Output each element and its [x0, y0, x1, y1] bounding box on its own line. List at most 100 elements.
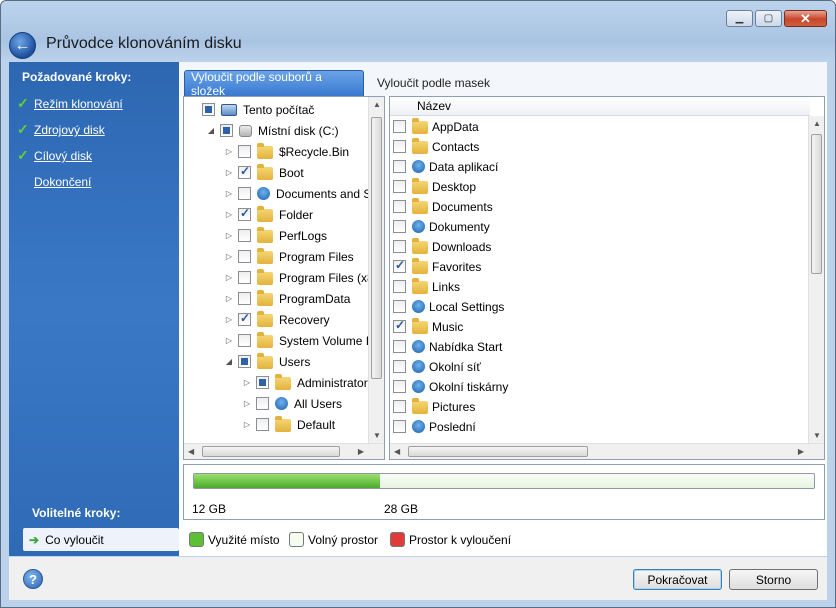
collapsed-triangle-icon[interactable]: ▷	[242, 378, 252, 387]
minimize-icon[interactable]: ▁	[726, 10, 753, 27]
list-item-checkbox[interactable]	[393, 340, 406, 353]
list-vertical-scrollbar[interactable]: ▲ ▼	[808, 116, 824, 443]
scroll-right-icon[interactable]: ▶	[798, 447, 804, 456]
scroll-right-icon[interactable]: ▶	[358, 447, 364, 456]
close-icon[interactable]: ✕	[784, 10, 827, 27]
continue-button[interactable]: Pokračovat	[633, 569, 722, 590]
tree-node[interactable]: ◢ Users	[224, 351, 310, 372]
scroll-up-icon[interactable]: ▲	[373, 100, 381, 109]
tree-checkbox[interactable]	[202, 103, 215, 116]
list-item-checkbox[interactable]	[393, 400, 406, 413]
scroll-down-icon[interactable]: ▼	[813, 431, 821, 440]
step-finish[interactable]: Dokončení	[34, 175, 91, 189]
tree-node[interactable]: ◢ Místní disk (C:)	[206, 120, 339, 141]
tree-node[interactable]: ▷ Program Files (x86)	[224, 267, 384, 288]
list-item-checkbox[interactable]	[393, 360, 406, 373]
list-item-checkbox[interactable]	[393, 420, 406, 433]
list-item-checkbox[interactable]	[393, 300, 406, 313]
list-item-checkbox[interactable]	[393, 140, 406, 153]
collapsed-triangle-icon[interactable]: ▷	[224, 273, 234, 282]
scroll-down-icon[interactable]: ▼	[373, 431, 381, 440]
tree-checkbox[interactable]	[238, 311, 251, 326]
tree-node[interactable]: ▷ Folder	[224, 204, 313, 225]
list-item[interactable]: Dokumenty	[393, 216, 490, 237]
collapsed-triangle-icon[interactable]: ▷	[224, 315, 234, 324]
tree-checkbox[interactable]	[238, 164, 251, 179]
tree-node[interactable]: ▷ Administrator	[242, 372, 368, 393]
tree-checkbox[interactable]	[256, 376, 269, 389]
tree-checkbox[interactable]	[238, 206, 251, 221]
tree-node[interactable]: ▷Documents and Settings	[224, 183, 384, 204]
tree-checkbox[interactable]	[256, 418, 269, 431]
list-item[interactable]: Local Settings	[393, 296, 504, 317]
maximize-icon[interactable]: ▢	[755, 10, 782, 27]
back-arrow-icon[interactable]: ←	[9, 32, 36, 59]
tab-exclude-by-files[interactable]: Vyloučit podle souborů a složek	[184, 70, 364, 98]
tab-exclude-by-masks[interactable]: Vyloučit podle masek	[371, 70, 496, 96]
tree-node[interactable]: ▷ Default	[242, 414, 335, 435]
tree-node[interactable]: ▷ ProgramData	[224, 288, 350, 309]
list-item[interactable]: Okolní síť	[393, 356, 481, 377]
scroll-left-icon[interactable]: ◀	[188, 447, 194, 456]
list-item[interactable]: Contacts	[393, 136, 479, 157]
tree-checkbox[interactable]	[220, 124, 233, 137]
list-item[interactable]: AppData	[393, 116, 479, 137]
tree-node[interactable]: ▷ Boot	[224, 162, 304, 183]
collapsed-triangle-icon[interactable]: ▷	[224, 336, 234, 345]
list-item[interactable]: Downloads	[393, 236, 491, 257]
collapsed-triangle-icon[interactable]: ▷	[242, 420, 252, 429]
step-what-to-exclude[interactable]: ➔ Co vyloučit	[23, 528, 179, 551]
tree-node[interactable]: ▷ PerfLogs	[224, 225, 327, 246]
tree-node[interactable]: ▷ $Recycle.Bin	[224, 141, 349, 162]
list-item[interactable]: Documents	[393, 196, 493, 217]
tree-node[interactable]: ▷ All Users	[242, 393, 342, 414]
scroll-up-icon[interactable]: ▲	[813, 119, 821, 128]
tree-node[interactable]: ▷System Volume Information	[224, 330, 384, 351]
list-item-checkbox[interactable]	[393, 180, 406, 193]
list-item-checkbox[interactable]	[393, 200, 406, 213]
tree-checkbox[interactable]	[238, 229, 251, 242]
tree-checkbox[interactable]	[238, 271, 251, 284]
tree-checkbox[interactable]	[238, 355, 251, 368]
collapsed-triangle-icon[interactable]: ▷	[224, 231, 234, 240]
tree-checkbox[interactable]	[238, 334, 251, 347]
step-source-disk[interactable]: Zdrojový disk	[34, 123, 105, 137]
collapsed-triangle-icon[interactable]: ▷	[242, 399, 252, 408]
tree-checkbox[interactable]	[238, 292, 251, 305]
collapsed-triangle-icon[interactable]: ▷	[224, 252, 234, 261]
list-item-checkbox[interactable]	[393, 220, 406, 233]
step-target-disk[interactable]: Cílový disk	[34, 149, 92, 163]
scroll-left-icon[interactable]: ◀	[394, 447, 400, 456]
tree-checkbox[interactable]	[238, 250, 251, 263]
help-icon[interactable]: ?	[23, 569, 43, 589]
list-item-checkbox[interactable]	[393, 160, 406, 173]
list-item[interactable]: Favorites	[393, 256, 481, 277]
list-item[interactable]: Pictures	[393, 396, 475, 417]
list-item-checkbox[interactable]	[393, 280, 406, 293]
list-item-checkbox[interactable]	[393, 120, 406, 133]
collapsed-triangle-icon[interactable]: ▷	[224, 294, 234, 303]
list-item[interactable]: Music	[393, 316, 463, 337]
list-item[interactable]: Links	[393, 276, 460, 297]
scrollbar-thumb[interactable]	[371, 117, 382, 379]
list-item-checkbox[interactable]	[393, 258, 406, 273]
tree-node[interactable]: ▷ Recovery	[224, 309, 330, 330]
collapsed-triangle-icon[interactable]: ▷	[224, 168, 234, 177]
column-header-name[interactable]: Název	[390, 97, 810, 116]
list-item[interactable]: Desktop	[393, 176, 476, 197]
tree-node[interactable]: ▷ Program Files	[224, 246, 354, 267]
tree-checkbox[interactable]	[256, 397, 269, 410]
tree-vertical-scrollbar[interactable]: ▲ ▼	[368, 97, 384, 443]
list-item[interactable]: Data aplikací	[393, 156, 498, 177]
cancel-button[interactable]: Storno	[729, 569, 818, 590]
scrollbar-thumb[interactable]	[202, 446, 340, 457]
collapsed-triangle-icon[interactable]: ▷	[224, 210, 234, 219]
collapsed-triangle-icon[interactable]: ▷	[224, 189, 234, 198]
list-item[interactable]: Poslední	[393, 416, 476, 437]
expanded-triangle-icon[interactable]: ◢	[206, 126, 216, 135]
scrollbar-thumb[interactable]	[811, 134, 822, 274]
step-clone-mode[interactable]: Režim klonování	[34, 97, 123, 111]
scrollbar-thumb[interactable]	[408, 446, 588, 457]
list-item-checkbox[interactable]	[393, 240, 406, 253]
collapsed-triangle-icon[interactable]: ▷	[224, 147, 234, 156]
